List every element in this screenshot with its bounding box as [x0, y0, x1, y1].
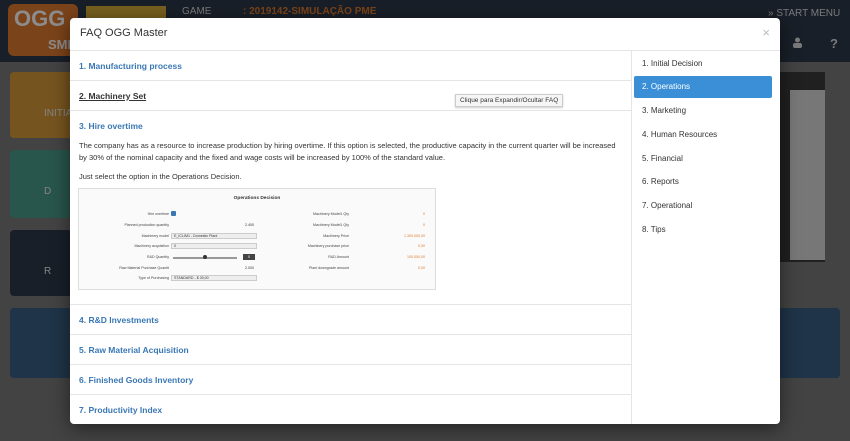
faq-item[interactable]: 5. Raw Material Acquisition: [70, 335, 631, 365]
menu-item-initial-decision[interactable]: 1. Initial Decision: [634, 53, 772, 75]
faq-item[interactable]: 6. Finished Goods Inventory: [70, 365, 631, 395]
faq-item-title[interactable]: 5. Raw Material Acquisition: [79, 345, 189, 355]
screenshot-label: R&D Quantity: [147, 255, 169, 259]
menu-item-operational[interactable]: 7. Operational: [634, 195, 772, 217]
expand-tooltip: Clique para Expandir/Ocultar FAQ: [455, 94, 564, 107]
screenshot-select: 0: [171, 243, 257, 249]
faq-item-title[interactable]: 3. Hire overtime: [79, 121, 143, 131]
screenshot-label: Plant downgrade amount: [309, 266, 349, 270]
screenshot-value: 100.000,00: [407, 255, 425, 259]
screenshot-label: R&D Amount: [328, 255, 349, 259]
faq-answer-hint: Just select the option in the Operations…: [79, 172, 242, 181]
faq-category-menu: 1. Initial Decision 2. Operations 3. Mar…: [632, 51, 780, 424]
menu-item-tips[interactable]: 8. Tips: [634, 219, 772, 241]
modal-title: FAQ OGG Master: [80, 27, 168, 39]
close-icon[interactable]: ×: [762, 25, 770, 40]
screenshot-select: STANDARD - $ 30,00: [171, 275, 257, 281]
slider-knob-icon: [203, 255, 207, 259]
menu-item-marketing[interactable]: 3. Marketing: [634, 100, 772, 122]
operations-decision-screenshot: Operations Decision Hire overtime Planne…: [78, 188, 436, 290]
screenshot-value: 0,00: [418, 266, 425, 270]
faq-item[interactable]: 1. Manufacturing process: [70, 51, 631, 81]
faq-item-title[interactable]: 7. Productivity Index: [79, 405, 162, 415]
screenshot-label: Raw Material Purchase Quantit: [119, 266, 169, 270]
screenshot-label: Machinery model: [141, 234, 169, 238]
screenshot-value: 2.400: [245, 223, 254, 227]
screenshot-value: 0: [423, 212, 425, 216]
screenshot-select: E_ICLIM1 - Domestic Plant: [171, 233, 257, 239]
faq-modal: FAQ OGG Master × 1. Manufacturing proces…: [70, 18, 780, 424]
faq-item-title[interactable]: 2. Machinery Set: [79, 91, 146, 101]
faq-item[interactable]: 7. Productivity Index: [70, 395, 631, 424]
screenshot-label: Machinery Price: [323, 234, 349, 238]
faq-item-title[interactable]: 6. Finished Goods Inventory: [79, 375, 193, 385]
faq-item[interactable]: 4. R&D Investments: [70, 305, 631, 335]
screenshot-label: Machinery purchase price: [307, 244, 349, 248]
modal-header: FAQ OGG Master ×: [70, 18, 780, 51]
screenshot-label: Hire overtime: [147, 212, 169, 216]
faq-answer-text: The company has as a resource to increas…: [79, 141, 616, 162]
menu-item-reports[interactable]: 6. Reports: [634, 171, 772, 193]
menu-item-human-resources[interactable]: 4. Human Resources: [634, 124, 772, 146]
screenshot-value: 2.000: [245, 266, 254, 270]
menu-item-financial[interactable]: 5. Financial: [634, 148, 772, 170]
faq-item-title[interactable]: 4. R&D Investments: [79, 315, 159, 325]
screenshot-label: Type of Purchasing: [138, 276, 169, 280]
screenshot-title: Operations Decision: [233, 196, 281, 201]
screenshot-label: Machinery Model1 Qty: [313, 223, 349, 227]
checkbox-icon: [171, 211, 176, 216]
screenshot-value: 0: [423, 223, 425, 227]
faq-item-title[interactable]: 1. Manufacturing process: [79, 61, 182, 71]
menu-item-operations[interactable]: 2. Operations: [634, 76, 772, 98]
faq-item-expanded: 3. Hire overtime The company has as a re…: [70, 111, 631, 305]
screenshot-value: 0,00: [418, 244, 425, 248]
screenshot-label: Machinery acquisition: [134, 244, 169, 248]
screenshot-value: 1.300.000,00: [404, 234, 425, 238]
screenshot-chip: 0: [243, 254, 255, 260]
screenshot-label: Planned production quantity: [124, 223, 169, 227]
screenshot-label: Machinery Model1 Qty: [313, 212, 349, 216]
